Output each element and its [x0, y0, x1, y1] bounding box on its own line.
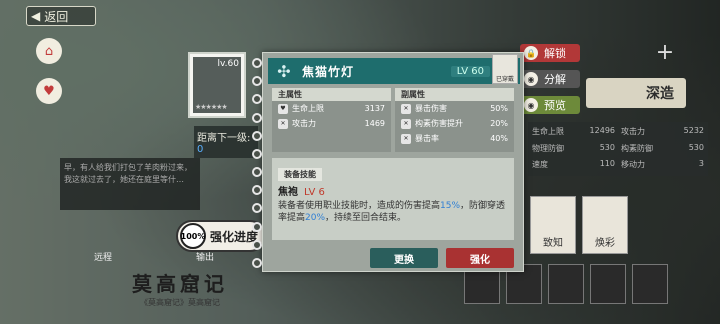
stat-row: 速度 110	[532, 159, 615, 170]
decompose-button[interactable]: ◉ 分解	[520, 70, 580, 88]
left-icon-column: ⌂ ♥	[36, 38, 66, 118]
main-attributes: 主属性 ♥ 生命上限 3137 ✕ 攻击力 1469	[272, 88, 391, 152]
stat-row: 移动力 3	[621, 159, 704, 170]
next-level-box: 距离下一级: 0	[194, 126, 258, 158]
stat-row: ♥ 生命上限 3137	[272, 101, 391, 116]
name-big: 莫高窟记	[132, 272, 228, 296]
lock-icon: 🔒	[524, 46, 538, 60]
stat-row: 物理防御 530	[532, 142, 615, 153]
back-arrow-icon: ◀	[31, 9, 41, 23]
back-button[interactable]: ◀ 返回	[26, 6, 96, 26]
card-zhizhi[interactable]: 致知	[530, 196, 576, 254]
upgrade-button[interactable]: 强化	[446, 248, 514, 268]
equipment-level: LV 60	[450, 65, 490, 77]
bottom-tabs: 远程 输出	[94, 250, 214, 263]
skill-name: 焦袍	[278, 187, 298, 198]
sub-attr-header: 副属性	[395, 88, 514, 101]
equipment-type-icon: ✣	[277, 61, 291, 81]
construct-damage-icon: ✕	[401, 118, 411, 129]
heart-icon[interactable]: ♥	[36, 78, 62, 104]
equip-slot[interactable]	[632, 264, 668, 304]
back-label: 返回	[44, 9, 69, 24]
skill-description: 装备者使用职业技能时，造成的伤害提高15%，防御穿透率提高20%，持续至回合结束…	[278, 201, 506, 223]
crit-rate-icon: ✕	[401, 133, 411, 144]
character-stats-panel: 生命上限 12496 攻击力 5232 物理防御 530 构素防御 530 速度 110 …	[528, 122, 708, 176]
preview-button[interactable]: ◉ 预览	[520, 96, 580, 114]
progress-label: 强化进度	[210, 229, 259, 244]
equip-cards: 致知 焕彩	[530, 196, 680, 256]
stat-row: ✕ 暴击伤害 50%	[395, 101, 514, 116]
equipment-name: 焦猫竹灯	[302, 64, 355, 79]
stat-row: ✕ 构素伤害提升 20%	[395, 116, 514, 131]
card-huancai[interactable]: 焕彩	[582, 196, 628, 254]
equip-slot[interactable]	[548, 264, 584, 304]
main-attr-header: 主属性	[272, 88, 391, 101]
progress-percent: 100%	[180, 223, 206, 249]
crit-damage-icon: ✕	[401, 103, 411, 114]
home-icon[interactable]: ⌂	[36, 38, 62, 64]
action-column: 🔒 解锁 ◉ 分解 ◉ 预览	[520, 44, 580, 122]
stat-row: 构素防御 530	[621, 142, 704, 153]
stat-row: 生命上限 12496	[532, 126, 615, 136]
view-icon: ◉	[524, 98, 538, 112]
name-small: 《莫高窟记》莫高窟记	[140, 298, 220, 307]
unlock-button[interactable]: 🔒 解锁	[520, 44, 580, 62]
equipment-thumbnail: lv.60 ★★★★★★	[188, 52, 246, 118]
add-icon[interactable]: +	[650, 40, 680, 65]
skill-header: 装备技能	[278, 168, 322, 181]
stats-box: 主属性 ♥ 生命上限 3137 ✕ 攻击力 1469 副属性 ✕ 暴击伤害 50…	[272, 88, 514, 152]
stat-row: ✕ 暴击率 40%	[395, 131, 514, 146]
replace-button[interactable]: 更换	[370, 248, 438, 268]
hp-icon: ♥	[278, 103, 288, 114]
attack-icon: ✕	[278, 118, 288, 129]
stat-row: ✕ 攻击力 1469	[272, 116, 391, 131]
chat-text: 早，有人给我们打包了羊肉粉过来，我这就过去了，她还在庭里等什…	[60, 158, 200, 210]
sub-attributes: 副属性 ✕ 暴击伤害 50% ✕ 构素伤害提升 20% ✕ 暴击率 40%	[395, 88, 514, 152]
skill-level: LV 6	[304, 187, 325, 198]
equip-slot[interactable]	[590, 264, 626, 304]
distance-value: 0	[197, 144, 204, 155]
equipment-title-bar: ✣ 焦猫竹灯 LV 60 已穿戴	[268, 54, 520, 84]
distance-label: 距离下一级:	[197, 133, 251, 144]
tab-ranged[interactable]: 远程	[94, 250, 112, 263]
notebook-binding	[252, 58, 266, 268]
stars-icon: ★★★★★★	[195, 103, 228, 111]
thumb-level: lv.60	[217, 59, 239, 69]
deep-forge-button[interactable]: 深造	[586, 78, 686, 108]
eye-icon: ◉	[524, 72, 538, 86]
skill-name-row: 焦袍 LV 6	[278, 183, 508, 198]
stat-row: 攻击力 5232	[621, 126, 704, 136]
tab-output[interactable]: 输出	[196, 250, 214, 263]
name-plate: 莫高窟记 《莫高窟记》莫高窟记	[100, 268, 260, 308]
equipment-skill-box: 装备技能 焦袍 LV 6 装备者使用职业技能时，造成的伤害提高15%，防御穿透率提…	[272, 158, 514, 240]
wearer-portrait[interactable]: 已穿戴	[492, 54, 518, 84]
